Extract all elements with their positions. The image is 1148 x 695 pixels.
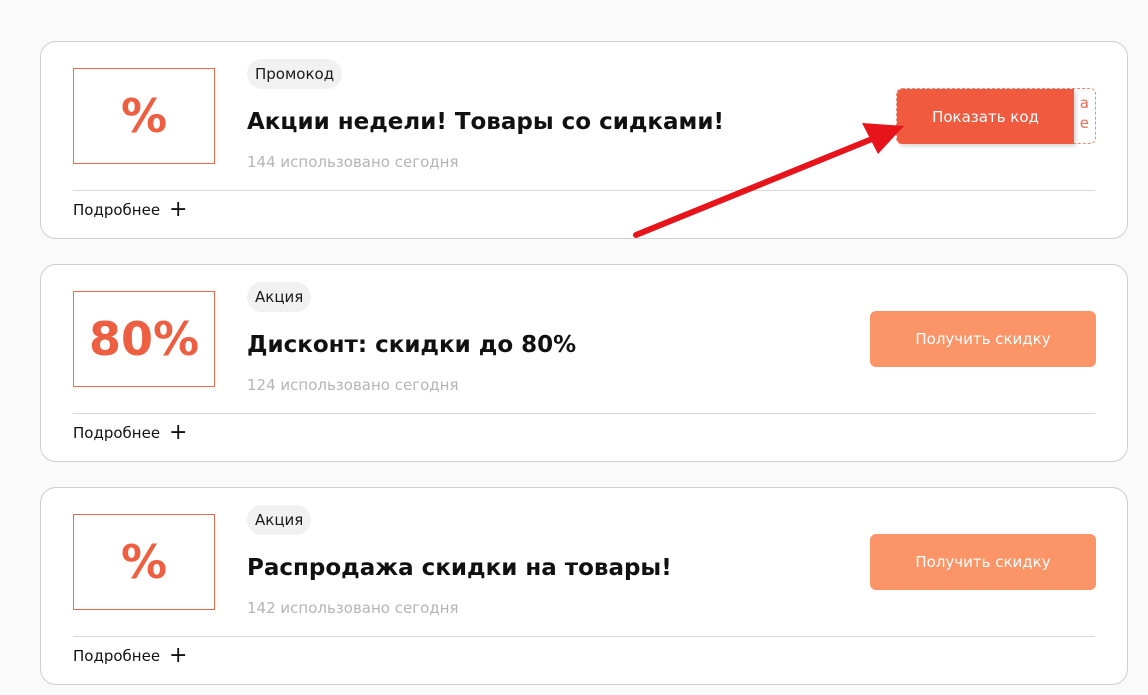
offer-title[interactable]: Дисконт: скидки до 80%	[247, 332, 576, 358]
divider	[73, 190, 1095, 191]
get-discount-button[interactable]: Получить скидку	[870, 311, 1096, 367]
details-label: Подробнее	[73, 647, 161, 665]
get-discount-button[interactable]: Получить скидку	[870, 534, 1096, 590]
offer-card-1: % Промокод Акции недели! Товары со сидка…	[40, 41, 1128, 239]
offer-title[interactable]: Распродажа скидки на товары!	[247, 555, 672, 581]
divider	[73, 636, 1095, 637]
details-label: Подробнее	[73, 201, 161, 219]
offer-card-3: % Акция Распродажа скидки на товары! 142…	[40, 487, 1128, 685]
show-code-button[interactable]: Показать код	[897, 89, 1074, 144]
usage-count: 124 использовано сегодня	[247, 376, 459, 394]
plus-icon: +	[169, 643, 188, 668]
offer-type-tag: Промокод	[247, 59, 343, 89]
offer-card-2: 80% Акция Дисконт: скидки до 80% 124 исп…	[40, 264, 1128, 462]
offer-type-tag: Акция	[247, 282, 312, 312]
promo-code-peek: а е	[1079, 94, 1089, 132]
plus-icon: +	[169, 420, 188, 445]
usage-count: 144 использовано сегодня	[247, 153, 459, 171]
offer-badge: %	[73, 514, 215, 610]
plus-icon: +	[169, 197, 188, 222]
details-toggle[interactable]: Подробнее +	[73, 643, 188, 668]
offer-title[interactable]: Акции недели! Товары со сидками!	[247, 109, 724, 135]
offer-type-tag: Акция	[247, 505, 312, 535]
details-toggle[interactable]: Подробнее +	[73, 420, 188, 445]
usage-count: 142 использовано сегодня	[247, 599, 459, 617]
offer-badge: 80%	[73, 291, 215, 387]
offer-badge: %	[73, 68, 215, 164]
details-label: Подробнее	[73, 424, 161, 442]
divider	[73, 413, 1095, 414]
details-toggle[interactable]: Подробнее +	[73, 197, 188, 222]
